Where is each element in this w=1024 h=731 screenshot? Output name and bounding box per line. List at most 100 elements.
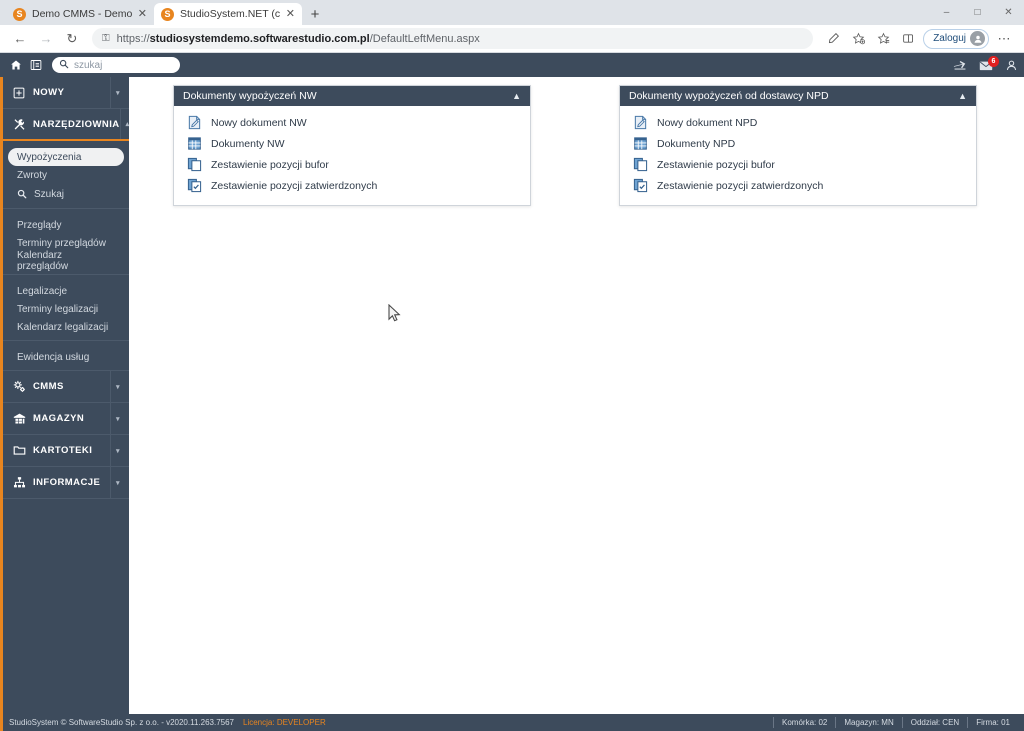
sidebar-item-przeglady[interactable]: Przeglądy [8,216,124,234]
panel-header[interactable]: Dokumenty wypożyczeń od dostawcy NPD ▲ [620,86,976,106]
url-path: /DefaultLeftMenu.aspx [369,32,480,45]
browser-tab-2[interactable]: S StudioSystem.NET (c) SoftwareS ✕ [154,3,302,25]
back-icon[interactable]: ← [8,27,32,51]
chevron-down-icon[interactable]: ▾ [110,77,120,108]
sidebar-group-narzedziownia[interactable]: NARZĘDZIOWNIA ▴ [3,109,129,141]
status-komorka: Komórka: 02 [773,717,835,728]
site-info-icon[interactable]: ⚿ [102,33,110,44]
sidebar-item-label: Kalendarz przeglądów [17,250,69,272]
sidebar-group-cmms[interactable]: CMMS ▾ [3,371,129,403]
sidebar-item-terminy-legalizacji[interactable]: Terminy legalizacji [8,300,124,318]
menu-item-zestawienie-bufor-nw[interactable]: Zestawienie pozycji bufor [174,154,530,175]
sidebar-item-label: Szukaj [34,188,65,200]
app-body: NOWY ▾ NARZĘDZIOWNIA ▴ Wypożyczenia Zwro [0,77,1024,714]
chevron-up-icon[interactable]: ▲ [958,91,967,101]
new-document-icon [187,115,202,130]
menu-item-zestawienie-bufor-npd[interactable]: Zestawienie pozycji bufor [620,154,976,175]
new-tab-button[interactable]: + [302,3,328,25]
menu-item-label: Zestawienie pozycji bufor [657,158,775,171]
sidebar-group-kartoteki-label: KARTOTEKI [33,445,93,456]
sidebar-group-nowy[interactable]: NOWY ▾ [3,77,129,109]
menu-item-nowy-dokument-nw[interactable]: Nowy dokument NW [174,112,530,133]
menu-item-zestawienie-zatwierdzonych-nw[interactable]: Zestawienie pozycji zatwierdzonych [174,175,530,196]
sidebar-item-label: Terminy legalizacji [17,303,99,315]
split-screen-icon[interactable] [896,27,920,51]
browser-tab-1[interactable]: S Demo CMMS - Demo on line ✕ [6,3,154,25]
copy-pages-check-icon [633,178,648,193]
address-bar[interactable]: ⚿ https://studiosystemdemo.softwarestudi… [92,28,814,49]
footer-license: Licencja: DEVELOPER [243,718,326,727]
menu-item-label: Zestawienie pozycji zatwierdzonych [211,179,378,192]
add-favorite-icon[interactable] [846,27,870,51]
search-icon [17,189,28,199]
content-area: Dokumenty wypożyczeń NW ▲ Nowy dokument … [129,77,1024,714]
chevron-down-icon[interactable]: ▾ [110,371,120,402]
chevron-down-icon[interactable]: ▾ [110,435,120,466]
sidebar-group-kartoteki[interactable]: KARTOTEKI ▾ [3,435,129,467]
studiosystem-favicon: S [13,7,26,21]
panel-header[interactable]: Dokumenty wypożyczeń NW ▲ [174,86,530,106]
home-icon[interactable] [6,55,26,75]
chevron-down-icon[interactable]: ▾ [110,403,120,434]
panel-dokumenty-npd: Dokumenty wypożyczeń od dostawcy NPD ▲ N… [619,85,977,206]
sidebar-item-kalendarz-przegladow[interactable]: Kalendarz przeglądów [8,250,124,272]
close-icon[interactable]: ✕ [286,8,295,20]
sidebar-group-magazyn[interactable]: MAGAZYN ▾ [3,403,129,435]
web-application: 6 NOWY ▾ [0,53,1024,731]
sidebar-item-label: Terminy przeglądów [17,237,106,249]
menu-item-dokumenty-npd[interactable]: Dokumenty NPD [620,133,976,154]
forward-icon[interactable]: → [34,27,58,51]
sidebar-item-legalizacje[interactable]: Legalizacje [8,282,124,300]
menu-item-nowy-dokument-npd[interactable]: Nowy dokument NPD [620,112,976,133]
sidebar-item-label: Zwroty [17,169,47,181]
chevron-down-icon[interactable]: ▾ [110,467,120,498]
menu-item-dokumenty-nw[interactable]: Dokumenty NW [174,133,530,154]
footer-license-label: Licencja: [243,718,275,727]
footer-status: Komórka: 02 Magazyn: MN Oddział: CEN Fir… [773,714,1018,731]
sidebar-item-szukaj[interactable]: Szukaj [8,184,124,204]
documents-grid-icon [633,136,648,151]
browser-navbar: ← → ↻ ⚿ https://studiosystemdemo.softwar… [0,25,1024,53]
minimize-icon[interactable]: – [931,0,962,25]
close-icon[interactable]: ✕ [138,8,147,20]
pen-icon[interactable] [821,27,845,51]
user-account-icon[interactable] [1005,59,1018,72]
sidebar-item-ewidencja-uslug[interactable]: Ewidencja usług [8,348,124,366]
browser-tab-1-title: Demo CMMS - Demo on line [32,8,132,20]
maximize-icon[interactable]: □ [962,0,993,25]
browser-tab-2-title: StudioSystem.NET (c) SoftwareS [180,8,280,20]
sidebar-group-informacje[interactable]: INFORMACJE ▾ [3,467,129,499]
app-footer: StudioSystem © SoftwareStudio Sp. z o.o.… [0,714,1024,731]
sidebar-item-label: Wypożyczenia [17,151,82,163]
browser-toolbar: Zaloguj ⋯ [821,27,1016,51]
search-icon [59,59,69,72]
panel-body: Nowy dokument NW Dokumenty NW Zestawieni… [174,106,530,205]
search-input[interactable] [74,59,164,71]
menu-item-zestawienie-zatwierdzonych-npd[interactable]: Zestawienie pozycji zatwierdzonych [620,175,976,196]
studiosystem-favicon: S [161,7,174,21]
gears-icon [13,380,28,393]
menu-item-label: Zestawienie pozycji zatwierdzonych [657,179,824,192]
status-firma: Firma: 01 [967,717,1018,728]
url-text: https://studiosystemdemo.softwarestudio.… [117,33,480,45]
copy-pages-check-icon [187,178,202,193]
reload-icon[interactable]: ↻ [60,27,84,51]
messages-icon[interactable]: 6 [979,55,999,71]
menu-item-label: Dokumenty NPD [657,137,736,150]
send-plane-icon[interactable] [953,59,967,71]
sidebar-item-wypozyczenia[interactable]: Wypożyczenia [8,148,124,166]
chevron-up-icon[interactable]: ▲ [512,91,521,101]
sidebar-item-label: Kalendarz legalizacji [17,321,109,333]
sidebar-item-zwroty[interactable]: Zwroty [8,166,124,184]
close-window-icon[interactable]: ✕ [993,0,1024,25]
panel-dokumenty-nw: Dokumenty wypożyczeń NW ▲ Nowy dokument … [173,85,531,206]
profile-signin-button[interactable]: Zaloguj [923,28,989,49]
favorites-icon[interactable] [871,27,895,51]
search-box[interactable] [52,57,180,73]
status-oddzial: Oddział: CEN [901,717,967,728]
warehouse-icon [13,412,28,425]
browser-settings-icon[interactable]: ⋯ [992,27,1016,51]
menu-toggle-icon[interactable] [26,55,46,75]
sidebar-item-kalendarz-legalizacji[interactable]: Kalendarz legalizacji [8,318,124,336]
sidebar-item-label: Ewidencja usług [17,351,90,363]
